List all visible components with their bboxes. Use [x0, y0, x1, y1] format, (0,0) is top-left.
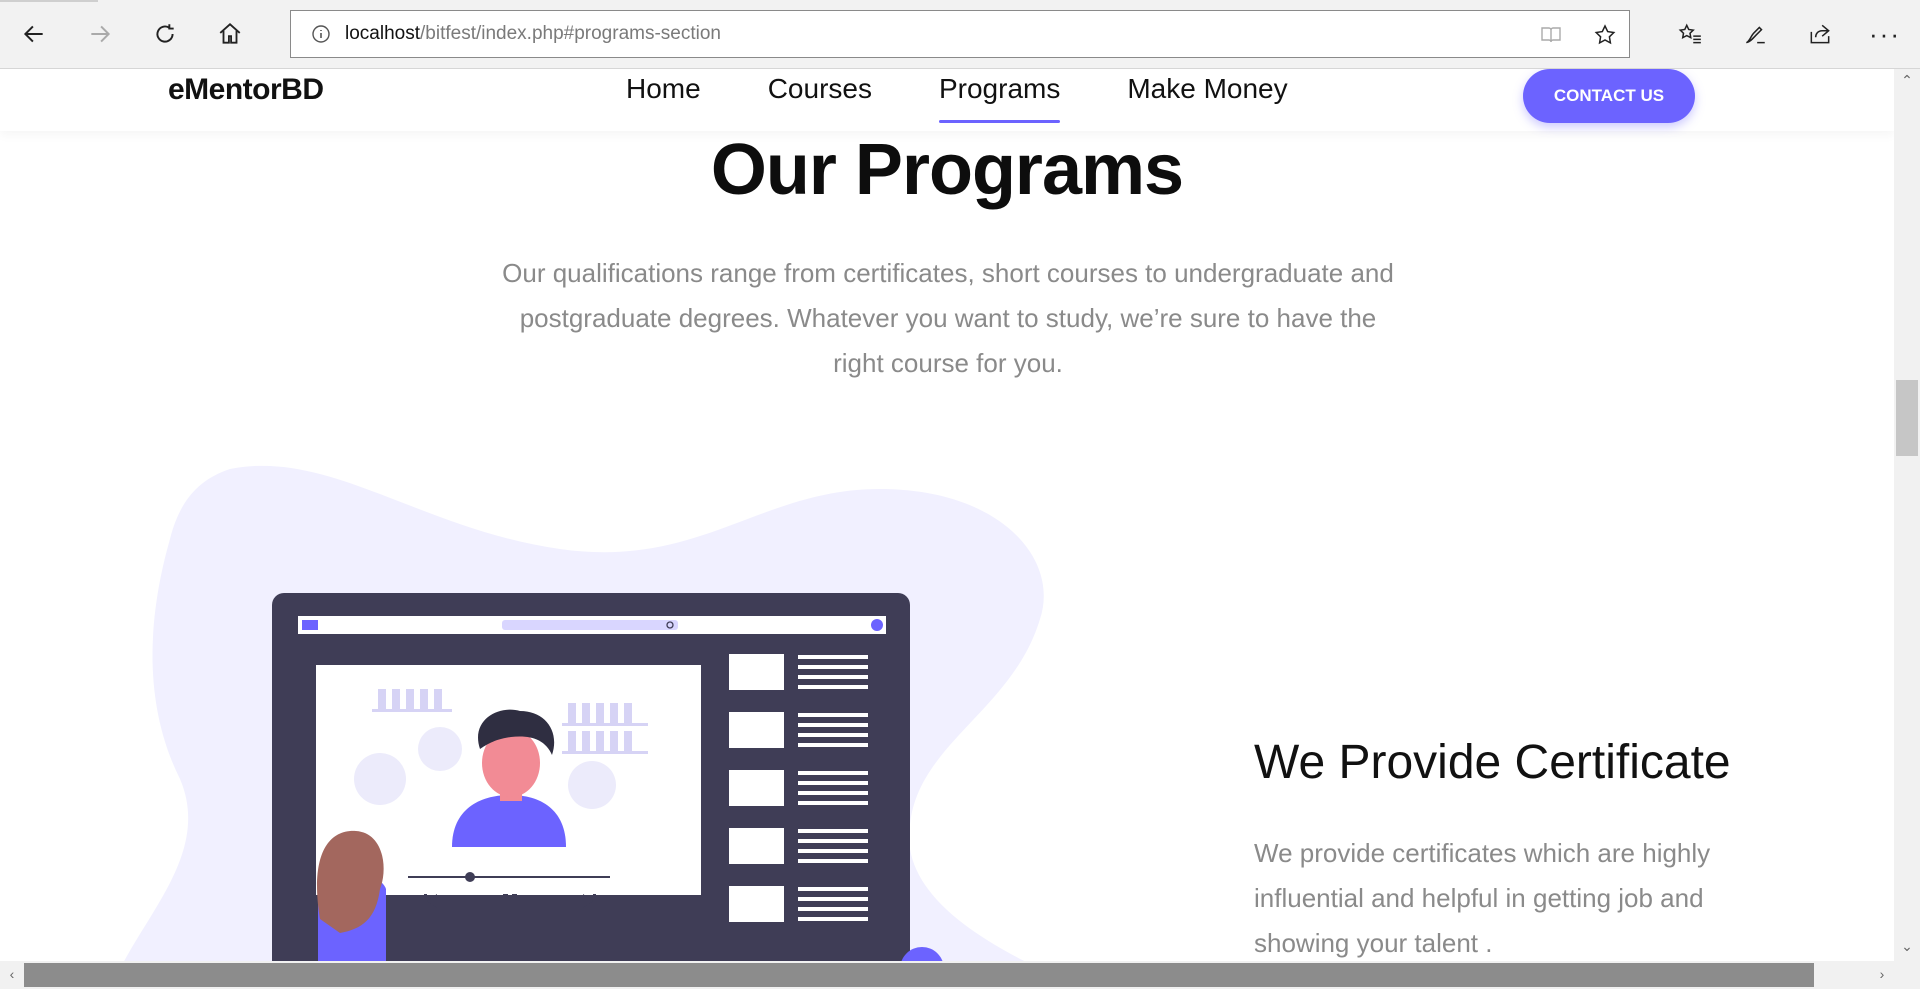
nav-home[interactable]: Home: [626, 69, 701, 121]
browser-bar-logo: [302, 620, 318, 630]
main-nav: Home Courses Programs Make Money: [626, 69, 1355, 123]
vertical-scroll-thumb[interactable]: [1896, 380, 1918, 456]
description-line: right course for you.: [833, 348, 1063, 378]
home-icon: [219, 23, 241, 44]
favorites-list-icon: [1678, 23, 1701, 44]
page-viewport: eMentorBD Home Courses Programs Make Mon…: [0, 69, 1894, 961]
description-line: Our qualifications range from certificat…: [502, 258, 1394, 288]
reading-view-icon[interactable]: [1537, 21, 1565, 49]
url-host: localhost: [345, 23, 420, 44]
forward-button[interactable]: [80, 14, 120, 54]
notes-button[interactable]: [1735, 14, 1775, 54]
favorites-button[interactable]: [1670, 14, 1710, 54]
nav-make-money[interactable]: Make Money: [1127, 69, 1287, 121]
video-bookshelf-left: [372, 689, 452, 712]
share-icon: [1810, 24, 1830, 44]
feature-description: We provide certificates which are highly…: [1254, 831, 1774, 961]
contact-us-button[interactable]: CONTACT US: [1523, 69, 1695, 123]
scroll-left-icon[interactable]: ‹: [2, 966, 22, 982]
refresh-button[interactable]: [145, 14, 185, 54]
nav-programs[interactable]: Programs: [938, 69, 1061, 123]
back-arrow-icon: [23, 25, 43, 43]
horizontal-scroll-thumb[interactable]: [24, 963, 1814, 987]
back-button[interactable]: [14, 14, 54, 54]
scroll-down-icon[interactable]: ⌄: [1897, 938, 1917, 955]
address-text[interactable]: localhost/bitfest/index.php#programs-sec…: [345, 23, 721, 45]
refresh-icon: [156, 24, 174, 43]
feature-line: influential and helpful in getting job a…: [1254, 883, 1704, 913]
feature-line: showing your talent .: [1254, 928, 1493, 958]
tab-strip-indicator: [0, 0, 98, 2]
nav-courses[interactable]: Courses: [768, 69, 872, 121]
more-menu-icon[interactable]: ···: [1865, 14, 1905, 54]
browser-bar-search: [502, 620, 678, 630]
plant-leaf: [354, 753, 406, 805]
scroll-right-icon[interactable]: ›: [1872, 966, 1892, 982]
favorite-star-icon[interactable]: [1591, 21, 1619, 49]
browser-toolbar: localhost/bitfest/index.php#programs-sec…: [0, 0, 1920, 69]
address-bar[interactable]: localhost/bitfest/index.php#programs-sec…: [290, 10, 1630, 58]
pen-icon: [1745, 26, 1765, 44]
section-title: Our Programs: [710, 130, 1184, 210]
scroll-up-icon[interactable]: ⌃: [1897, 72, 1917, 89]
forward-arrow-icon: [91, 25, 111, 43]
online-learning-illustration: [124, 465, 1044, 961]
url-path: /bitfest/index.php#programs-section: [420, 23, 721, 44]
scrollbar-corner: [1894, 961, 1920, 989]
site-logo[interactable]: eMentorBD: [168, 73, 324, 107]
share-button[interactable]: [1800, 14, 1840, 54]
plant-leaf: [418, 727, 462, 771]
browser-bar-avatar: [871, 619, 883, 631]
section-description: Our qualifications range from certificat…: [470, 251, 1426, 386]
site-info-icon[interactable]: [311, 24, 331, 44]
site-header: eMentorBD Home Courses Programs Make Mon…: [0, 69, 1894, 131]
description-line: postgraduate degrees. Whatever you want …: [519, 303, 1377, 333]
feature-title: We Provide Certificate: [1254, 736, 1731, 789]
vertical-scrollbar[interactable]: [1894, 69, 1920, 961]
feature-line: We provide certificates which are highly: [1254, 838, 1711, 868]
plant-leaf: [568, 761, 616, 809]
video-progress-knob: [465, 872, 475, 882]
home-button[interactable]: [210, 14, 250, 54]
